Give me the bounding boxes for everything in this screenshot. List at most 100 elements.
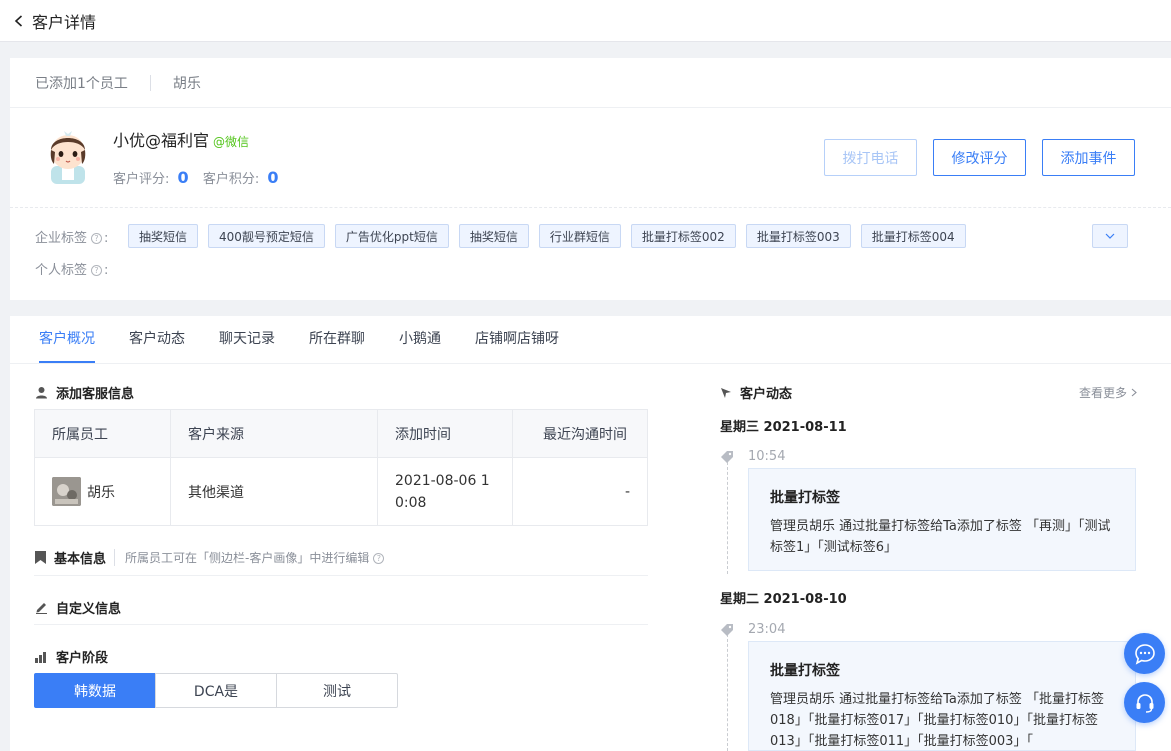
added-time-cell: 2021-08-06 1 0:08 <box>378 458 513 525</box>
service-info-title: 添加客服信息 <box>35 383 134 402</box>
edit-rating-button[interactable]: 修改评分 <box>933 139 1026 176</box>
enterprise-tags-label: 企业标签?: <box>35 230 109 246</box>
stage-option[interactable]: 测试 <box>276 673 398 708</box>
activity-time-text: 23:04 <box>748 622 786 637</box>
see-more-link[interactable]: 查看更多 <box>1079 384 1137 401</box>
table-row: 胡乐 其他渠道 2021-08-06 1 0:08 - <box>35 458 647 525</box>
divider <box>34 575 648 576</box>
basic-info-title: 基本信息 所属员工可在「侧边栏-客户画像」中进行编辑? <box>35 548 386 567</box>
tag-icon <box>721 623 733 636</box>
last-contact-cell: - <box>624 483 630 500</box>
service-info-table: 所属员工 客户来源 添加时间 最近沟通时间 胡乐 其他渠道 2021-08-06… <box>34 409 648 526</box>
source-cell: 其他渠道 <box>171 458 378 525</box>
activity-time: 23:04 <box>720 622 785 637</box>
tag-icon <box>721 450 733 463</box>
rating-label: 客户评分: <box>113 172 170 187</box>
points-value: 0 <box>267 168 279 187</box>
event-text: 管理员胡乐 通过批量打标签给Ta添加了标签 「批量打标签018」「批量打标签01… <box>770 692 1105 749</box>
staff-avatar <box>52 477 81 506</box>
activity-time-text: 10:54 <box>748 449 786 464</box>
activity-date: 星期二 2021-08-10 <box>720 592 847 607</box>
timeline-line <box>727 462 728 574</box>
tab-shop[interactable]: 店铺啊店铺呀 <box>475 328 559 363</box>
activity-time: 10:54 <box>720 449 785 464</box>
activity-event-card: 批量打标签 管理员胡乐 通过批量打标签给Ta添加了标签 「再测」「测试标签1」「… <box>748 468 1136 571</box>
enterprise-tag: 批量打标签002 <box>630 224 736 248</box>
back-arrow-icon[interactable] <box>12 14 26 28</box>
enterprise-tag: 行业群短信 <box>538 224 621 248</box>
customer-scores: 客户评分: 0 客户积分: 0 <box>113 168 288 187</box>
tab-bar: 客户概况 客户动态 聊天记录 所在群聊 小鹅通 店铺啊店铺呀 <box>10 316 1171 364</box>
call-button[interactable]: 拨打电话 <box>824 139 917 176</box>
custom-info-title: 自定义信息 <box>35 598 121 617</box>
event-title: 批量打标签 <box>770 490 840 506</box>
added-staff-count: 已添加1个员工 <box>35 75 128 92</box>
avatar <box>42 122 94 186</box>
detail-card: 客户概况 客户动态 聊天记录 所在群聊 小鹅通 店铺啊店铺呀 添加客服信息 所属… <box>10 316 1171 751</box>
stage-title-text: 客户阶段 <box>56 651 109 666</box>
event-text: 管理员胡乐 通过批量打标签给Ta添加了标签 「再测」「测试标签1」「测试标签6」 <box>770 519 1111 555</box>
added-time-line: 0:08 <box>395 494 427 511</box>
activity-title-text: 客户动态 <box>740 387 793 402</box>
tab-xiaoetong[interactable]: 小鹅通 <box>399 328 441 363</box>
enterprise-tag: 批量打标签003 <box>745 224 851 248</box>
chat-float-button[interactable] <box>1124 633 1165 674</box>
help-icon[interactable]: ? <box>91 264 103 276</box>
staff-bar: 已添加1个员工 胡乐 <box>10 58 1171 108</box>
points-label: 客户积分: <box>202 172 260 187</box>
top-bar: 客户详情 <box>0 0 1171 42</box>
customer-name: 小优@福利官 @微信 <box>113 127 249 151</box>
activity-event-card: 批量打标签 管理员胡乐 通过批量打标签给Ta添加了标签 「批量打标签018」「批… <box>748 641 1136 751</box>
expand-tags-button[interactable] <box>1092 224 1128 248</box>
tab-groups[interactable]: 所在群聊 <box>309 328 365 363</box>
tab-overview[interactable]: 客户概况 <box>39 328 95 363</box>
stage-option[interactable]: DCA是 <box>155 673 277 708</box>
stage-title: 客户阶段 <box>35 647 108 666</box>
column-header: 添加时间 <box>378 410 513 457</box>
column-header: 所属员工 <box>35 410 171 457</box>
tab-activity[interactable]: 客户动态 <box>129 328 185 363</box>
stage-bars-icon <box>35 651 46 663</box>
bookmark-icon <box>35 551 46 564</box>
divider <box>34 624 648 625</box>
tab-chat-history[interactable]: 聊天记录 <box>219 328 275 363</box>
chevron-right-icon <box>1131 388 1137 397</box>
timeline-line <box>727 634 728 751</box>
basic-info-hint-text: 所属员工可在「侧边栏-客户画像」中进行编辑 <box>125 551 370 565</box>
enterprise-tag: 抽奖短信 <box>128 224 199 248</box>
add-event-button[interactable]: 添加事件 <box>1042 139 1135 176</box>
chat-bubble-icon <box>1134 643 1155 665</box>
personal-tags-label: 个人标签?: <box>35 262 109 278</box>
basic-info-title-text: 基本信息 <box>54 552 107 567</box>
see-more-text: 查看更多 <box>1079 386 1128 400</box>
activity-date: 星期三 2021-08-11 <box>720 420 847 435</box>
service-info-title-text: 添加客服信息 <box>56 387 135 402</box>
page-title: 客户详情 <box>32 12 97 32</box>
enterprise-tags-row: 企业标签?: 抽奖短信 400靓号预定短信 广告优化ppt短信 抽奖短信 行业群… <box>35 224 1155 248</box>
stage-option[interactable]: 韩数据 <box>34 673 156 708</box>
staff-cell: 胡乐 <box>35 458 171 525</box>
column-header: 客户来源 <box>171 410 378 457</box>
activity-title: 客户动态 <box>720 383 792 402</box>
personal-tags-label-text: 个人标签 <box>35 262 88 278</box>
chevron-down-icon <box>1105 233 1115 239</box>
tags-area: 企业标签?: 抽奖短信 400靓号预定短信 广告优化ppt短信 抽奖短信 行业群… <box>35 224 1155 280</box>
help-icon[interactable]: ? <box>373 553 385 564</box>
table-header: 所属员工 客户来源 添加时间 最近沟通时间 <box>35 410 647 458</box>
staff-name[interactable]: 胡乐 <box>173 73 201 93</box>
custom-info-title-text: 自定义信息 <box>56 602 122 617</box>
stage-selector: 韩数据 DCA是 测试 <box>34 673 398 708</box>
enterprise-tag: 广告优化ppt短信 <box>334 224 449 248</box>
customer-name-text: 小优@福利官 <box>113 131 210 150</box>
personal-tags-row: 个人标签?: <box>35 256 1155 280</box>
enterprise-tag: 400靓号预定短信 <box>208 224 325 248</box>
enterprise-tag: 抽奖短信 <box>458 224 529 248</box>
event-title: 批量打标签 <box>770 663 840 679</box>
user-icon <box>36 387 47 399</box>
basic-info-hint: 所属员工可在「侧边栏-客户画像」中进行编辑? <box>114 549 386 566</box>
enterprise-tag: 批量打标签004 <box>860 224 966 248</box>
support-float-button[interactable] <box>1124 682 1165 723</box>
edit-pen-icon <box>36 603 47 614</box>
help-icon[interactable]: ? <box>91 232 103 244</box>
wechat-source-tag: @微信 <box>213 135 250 149</box>
